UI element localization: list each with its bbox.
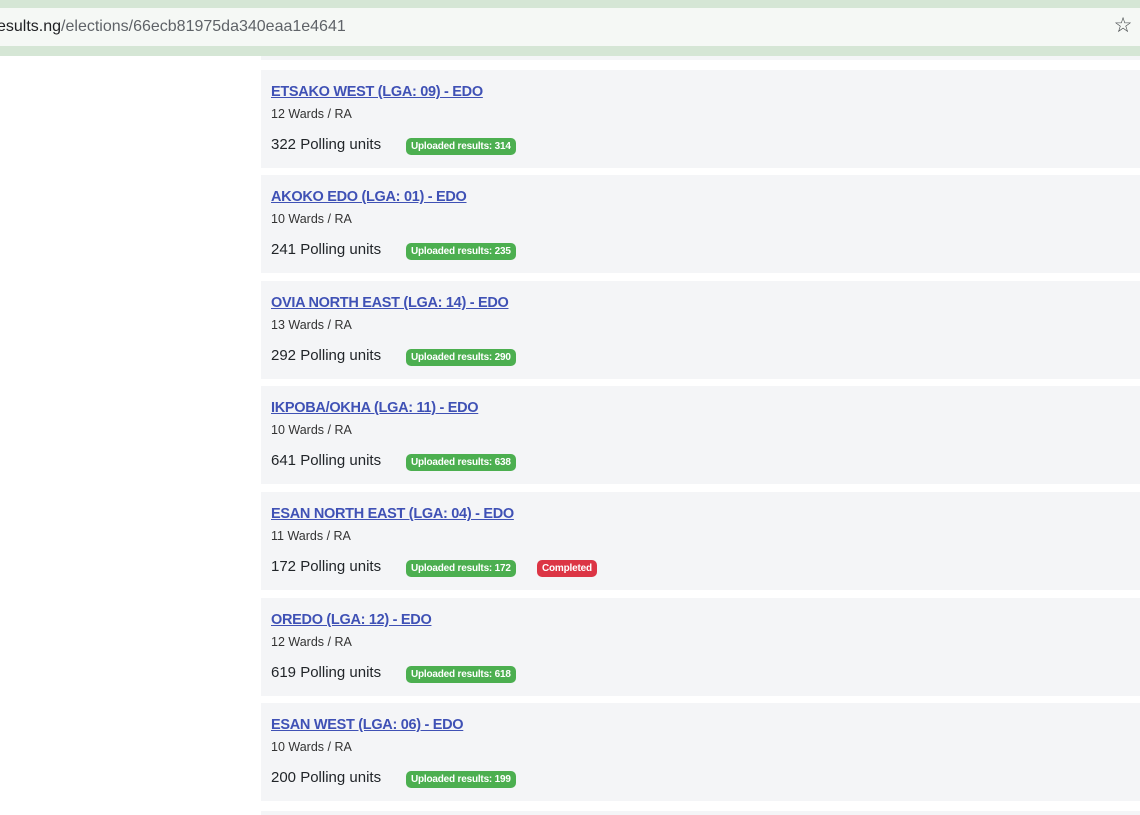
uploaded-results-badge: Uploaded results: 235 [406, 243, 516, 260]
lga-card: ESAN WEST (LGA: 06) - EDO 10 Wards / RA … [261, 703, 1140, 801]
browser-toolbar: esults.ng/elections/66ecb81975da340eaa1e… [0, 0, 1140, 56]
lga-card: ESAN NORTH EAST (LGA: 04) - EDO 11 Wards… [261, 492, 1140, 590]
lga-title-link[interactable]: OVIA NORTH EAST (LGA: 14) - EDO [271, 295, 509, 311]
url-host: esults.ng [0, 18, 62, 35]
wards-count: 12 Wards / RA [271, 107, 352, 121]
wards-count: 12 Wards / RA [271, 635, 352, 649]
wards-count: 10 Wards / RA [271, 740, 352, 754]
polling-units-count: 172 Polling units [271, 558, 382, 575]
wards-count: 10 Wards / RA [271, 423, 352, 437]
uploaded-results-badge: Uploaded results: 172 [406, 560, 516, 577]
lga-title-link[interactable]: OREDO (LGA: 12) - EDO [271, 612, 432, 628]
polling-units-count: 322 Polling units [271, 136, 382, 153]
uploaded-results-badge: Uploaded results: 638 [406, 454, 516, 471]
polling-units-count: 200 Polling units [271, 769, 382, 786]
polling-units-count: 241 Polling units [271, 241, 382, 258]
bookmark-star-icon[interactable]: ☆ [1112, 15, 1134, 37]
lga-card: IKPOBA/OKHA (LGA: 11) - EDO 10 Wards / R… [261, 386, 1140, 484]
polling-units-count: 619 Polling units [271, 664, 382, 681]
lga-list: ETSAKO WEST (LGA: 09) - EDO 12 Wards / R… [261, 56, 1140, 815]
lga-card: AKOKO EDO (LGA: 01) - EDO 10 Wards / RA … [261, 175, 1140, 273]
lga-title-link[interactable]: ESAN NORTH EAST (LGA: 04) - EDO [271, 506, 514, 522]
wards-count: 10 Wards / RA [271, 212, 352, 226]
completed-badge: Completed [537, 560, 597, 577]
address-bar[interactable]: esults.ng/elections/66ecb81975da340eaa1e… [0, 8, 1140, 46]
list-item-partial [261, 56, 1140, 60]
uploaded-results-badge: Uploaded results: 199 [406, 771, 516, 788]
uploaded-results-badge: Uploaded results: 314 [406, 138, 516, 155]
lga-card: ETSAKO WEST (LGA: 09) - EDO 12 Wards / R… [261, 70, 1140, 168]
wards-count: 11 Wards / RA [271, 529, 351, 543]
url-text[interactable]: esults.ng/elections/66ecb81975da340eaa1e… [0, 18, 346, 36]
lga-card: OREDO (LGA: 12) - EDO 12 Wards / RA 619 … [261, 598, 1140, 696]
lga-title-link[interactable]: ETSAKO WEST (LGA: 09) - EDO [271, 84, 483, 100]
lga-title-link[interactable]: AKOKO EDO (LGA: 01) - EDO [271, 189, 467, 205]
polling-units-count: 641 Polling units [271, 452, 382, 469]
wards-count: 13 Wards / RA [271, 318, 352, 332]
uploaded-results-badge: Uploaded results: 618 [406, 666, 516, 683]
lga-title-link[interactable]: ESAN WEST (LGA: 06) - EDO [271, 717, 464, 733]
polling-units-count: 292 Polling units [271, 347, 382, 364]
list-item-partial [261, 811, 1140, 815]
uploaded-results-badge: Uploaded results: 290 [406, 349, 516, 366]
lga-card: OVIA NORTH EAST (LGA: 14) - EDO 13 Wards… [261, 281, 1140, 379]
url-path: /elections/66ecb81975da340eaa1e4641 [61, 18, 346, 35]
lga-title-link[interactable]: IKPOBA/OKHA (LGA: 11) - EDO [271, 400, 479, 416]
